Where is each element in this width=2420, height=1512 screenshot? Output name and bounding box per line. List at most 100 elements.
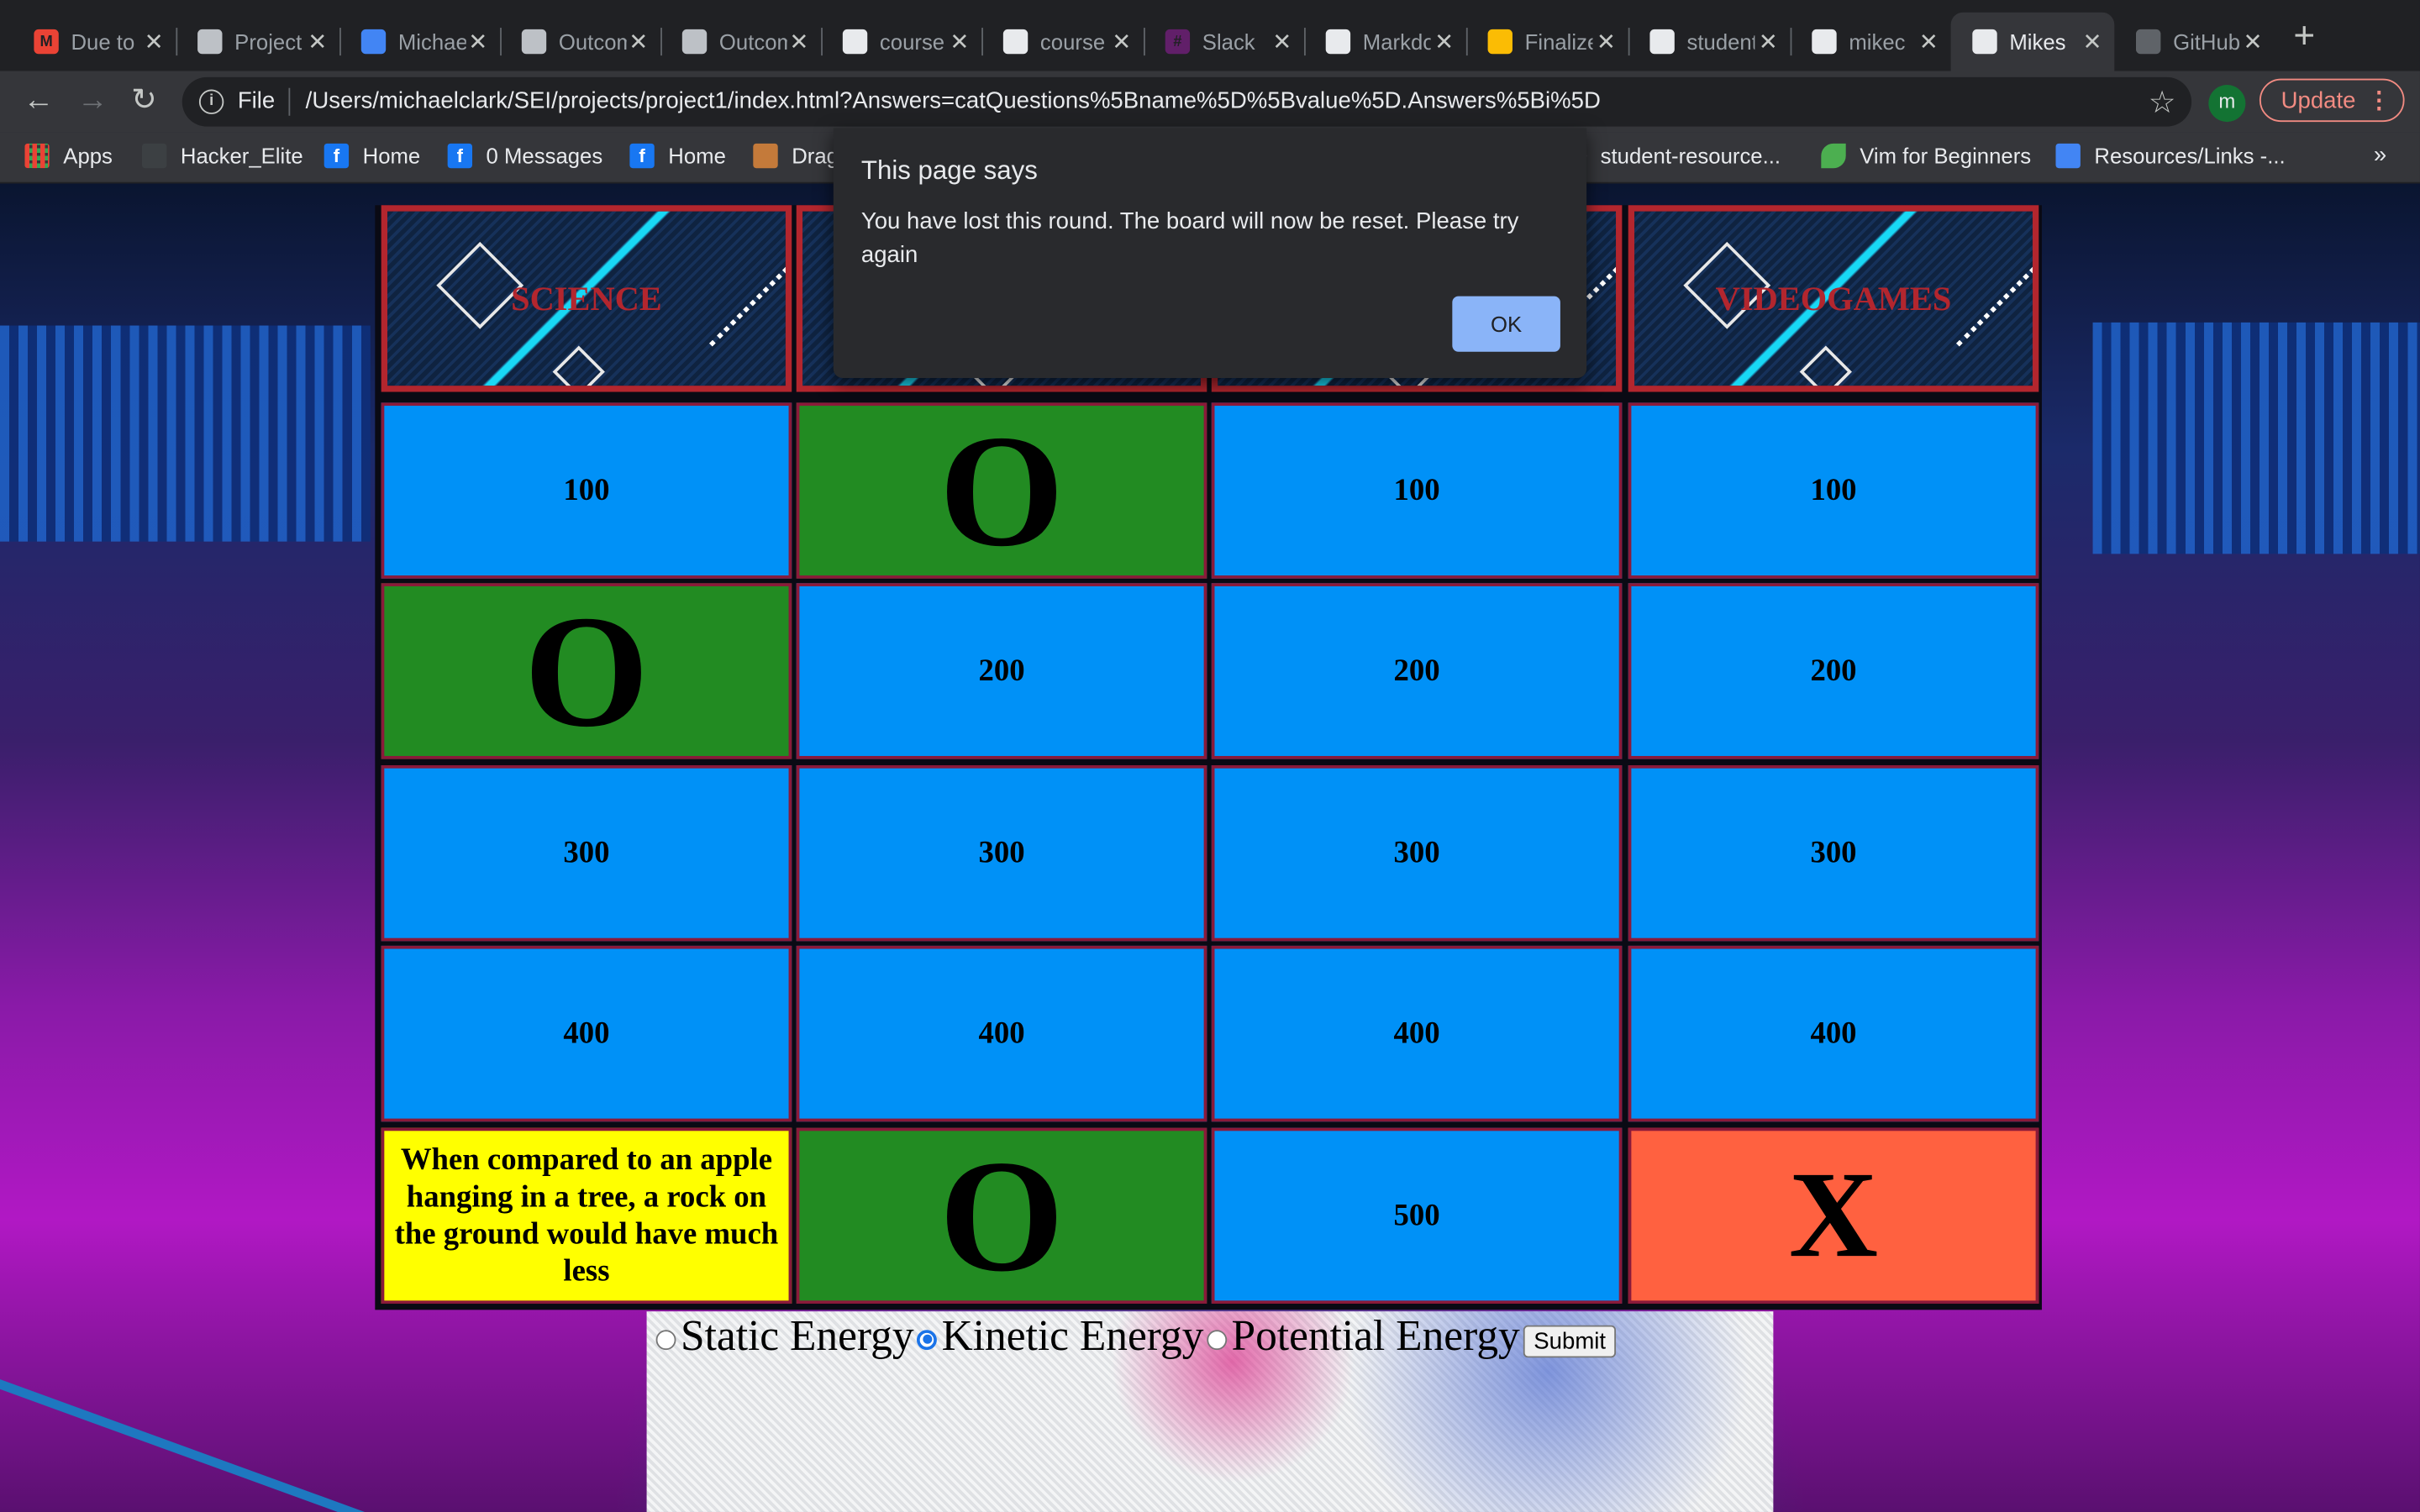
google-docs-icon [360, 29, 387, 55]
dialog-ok-button[interactable]: OK [1452, 296, 1560, 352]
info-icon[interactable]: i [198, 89, 224, 114]
bookmark-label: Drag [792, 143, 839, 169]
answered-cell: X [1628, 1127, 2039, 1305]
point-value-cell[interactable]: 100 [1211, 402, 1623, 579]
tab-7[interactable]: # Slack ✕ [1144, 13, 1304, 71]
close-icon[interactable]: ✕ [2244, 28, 2263, 55]
point-value-cell[interactable]: 300 [796, 765, 1207, 942]
close-icon[interactable]: ✕ [629, 28, 648, 55]
answer-option-label[interactable]: Potential Energy [1231, 1313, 1519, 1362]
tab-11[interactable]: mikec ✕ [1791, 13, 1951, 71]
close-icon[interactable]: ✕ [308, 28, 327, 55]
tab-title: Outcomes [718, 29, 787, 55]
diamond-decoration-icon [1799, 345, 1852, 386]
forward-arrow-icon[interactable]: → [77, 83, 108, 117]
close-icon[interactable]: ✕ [789, 28, 808, 55]
bookmark-item[interactable]: Hacker_Elite [141, 143, 303, 169]
answer-option-label[interactable]: Kinetic Energy [942, 1313, 1204, 1362]
menu-dots-icon[interactable]: ⋮ [2367, 81, 2391, 123]
github-icon [1649, 29, 1675, 55]
bookmark-item[interactable]: f Home [629, 143, 726, 169]
close-icon[interactable]: ✕ [1919, 28, 1939, 55]
tab-2[interactable]: Michael ✕ [339, 13, 500, 71]
bookmark-item[interactable]: Resources/Links -... [2055, 143, 2286, 169]
dotted-line-decoration [708, 266, 786, 349]
answer-option-label[interactable]: Static Energy [681, 1313, 914, 1362]
tab-title: Mikes [2009, 29, 2066, 55]
point-value-cell[interactable]: 500 [1211, 1127, 1623, 1305]
update-button[interactable]: Update ⋮ [2259, 78, 2405, 123]
close-icon[interactable]: ✕ [1434, 28, 1454, 55]
close-icon[interactable]: ✕ [1597, 28, 1616, 55]
point-value-cell[interactable]: 300 [1628, 765, 2039, 942]
back-arrow-icon[interactable]: ← [24, 83, 55, 117]
bookmark-star-icon[interactable]: ☆ [2149, 83, 2176, 122]
point-value-cell[interactable]: 200 [796, 583, 1207, 759]
tab-0[interactable]: M Due to ✕ [13, 13, 176, 71]
point-value-cell[interactable]: 400 [1628, 945, 2039, 1122]
address-bar[interactable]: i File /Users/michaelclark/SEI/projects/… [182, 76, 2192, 127]
answered-cell: O [796, 402, 1207, 580]
close-icon[interactable]: ✕ [1759, 28, 1778, 55]
dialog-title: This page says [860, 155, 1038, 186]
facebook-icon: f [629, 143, 655, 169]
bookmark-item[interactable]: student-resource... [1561, 143, 1781, 169]
reload-icon[interactable]: ↻ [131, 83, 157, 117]
point-value-cell[interactable]: 200 [1628, 583, 2039, 759]
profile-avatar[interactable]: m [2208, 85, 2246, 123]
bookmark-item[interactable]: Apps [24, 143, 113, 169]
tab-title: Finalize [1524, 29, 1593, 55]
tab-title: Markdown [1362, 29, 1431, 55]
close-icon[interactable]: ✕ [2082, 28, 2102, 55]
point-value-cell[interactable]: 200 [1211, 583, 1623, 759]
bookmark-item[interactable]: f Home [324, 143, 420, 169]
point-value-cell[interactable]: 400 [1211, 945, 1623, 1122]
tab-5[interactable]: course ✕ [821, 13, 981, 71]
page-content: SCIENCE VIDEOGAMES 100 O 100 100 O 200 200 200 300… [0, 183, 2420, 1512]
url-text[interactable]: /Users/michaelclark/SEI/projects/project… [306, 88, 1601, 114]
tab-9[interactable]: Finalize ✕ [1466, 13, 1628, 71]
submit-button[interactable]: Submit [1523, 1324, 1617, 1357]
point-value-cell[interactable]: 100 [1628, 402, 2039, 579]
alert-dialog: This page says You have lost this round.… [833, 128, 1587, 378]
tab-6[interactable]: course ✕ [981, 13, 1144, 71]
point-value-cell[interactable]: 300 [1211, 765, 1623, 942]
bookmarks-overflow-chevron-icon[interactable]: » [2374, 142, 2386, 168]
point-value-cell[interactable]: 400 [796, 945, 1207, 1122]
tab-8[interactable]: Markdown✕ [1304, 13, 1466, 71]
tab-title: Slack [1202, 29, 1255, 55]
bookmark-label: Resources/Links -... [2094, 143, 2286, 169]
point-value-cell[interactable]: 400 [381, 945, 792, 1122]
answer-radio[interactable] [655, 1329, 676, 1350]
close-icon[interactable]: ✕ [1112, 28, 1131, 55]
slack-icon: # [1165, 29, 1191, 55]
close-icon[interactable]: ✕ [1272, 28, 1292, 55]
tab-13[interactable]: GitHub ✕ [2114, 13, 2275, 71]
diamond-decoration-icon [552, 345, 605, 386]
tab-10[interactable]: student ✕ [1628, 13, 1791, 71]
close-icon[interactable]: ✕ [145, 28, 164, 55]
classroom-icon [681, 29, 708, 55]
bookmark-item[interactable]: Vim for Beginners [1821, 143, 2031, 169]
globe-icon [1972, 29, 1997, 55]
bookmark-item[interactable]: Drag [753, 143, 839, 169]
point-value-cell[interactable]: 300 [381, 765, 792, 942]
github-icon [1002, 29, 1028, 55]
bookmark-item[interactable]: f 0 Messages [447, 143, 602, 169]
new-tab-button[interactable]: + [2293, 18, 2315, 55]
close-icon[interactable]: ✕ [468, 28, 487, 55]
close-icon[interactable]: ✕ [950, 28, 969, 55]
background-curtain-right [2092, 322, 2420, 554]
answered-cell: O [796, 1127, 1207, 1305]
point-value-cell[interactable]: 100 [381, 402, 792, 579]
tab-1[interactable]: Project ✕ [176, 13, 339, 71]
tab-3[interactable]: Outcomes✕ [500, 13, 660, 71]
tab-title: Michael [397, 29, 466, 55]
github-icon [842, 29, 868, 55]
bookmark-label: Apps [63, 143, 113, 169]
tab-12[interactable]: Mikes ✕ [1950, 12, 2115, 71]
tab-4[interactable]: Outcomes✕ [660, 13, 821, 71]
answer-radio[interactable] [917, 1329, 938, 1350]
url-scheme-label: File [237, 87, 276, 114]
answer-radio[interactable] [1207, 1329, 1227, 1350]
